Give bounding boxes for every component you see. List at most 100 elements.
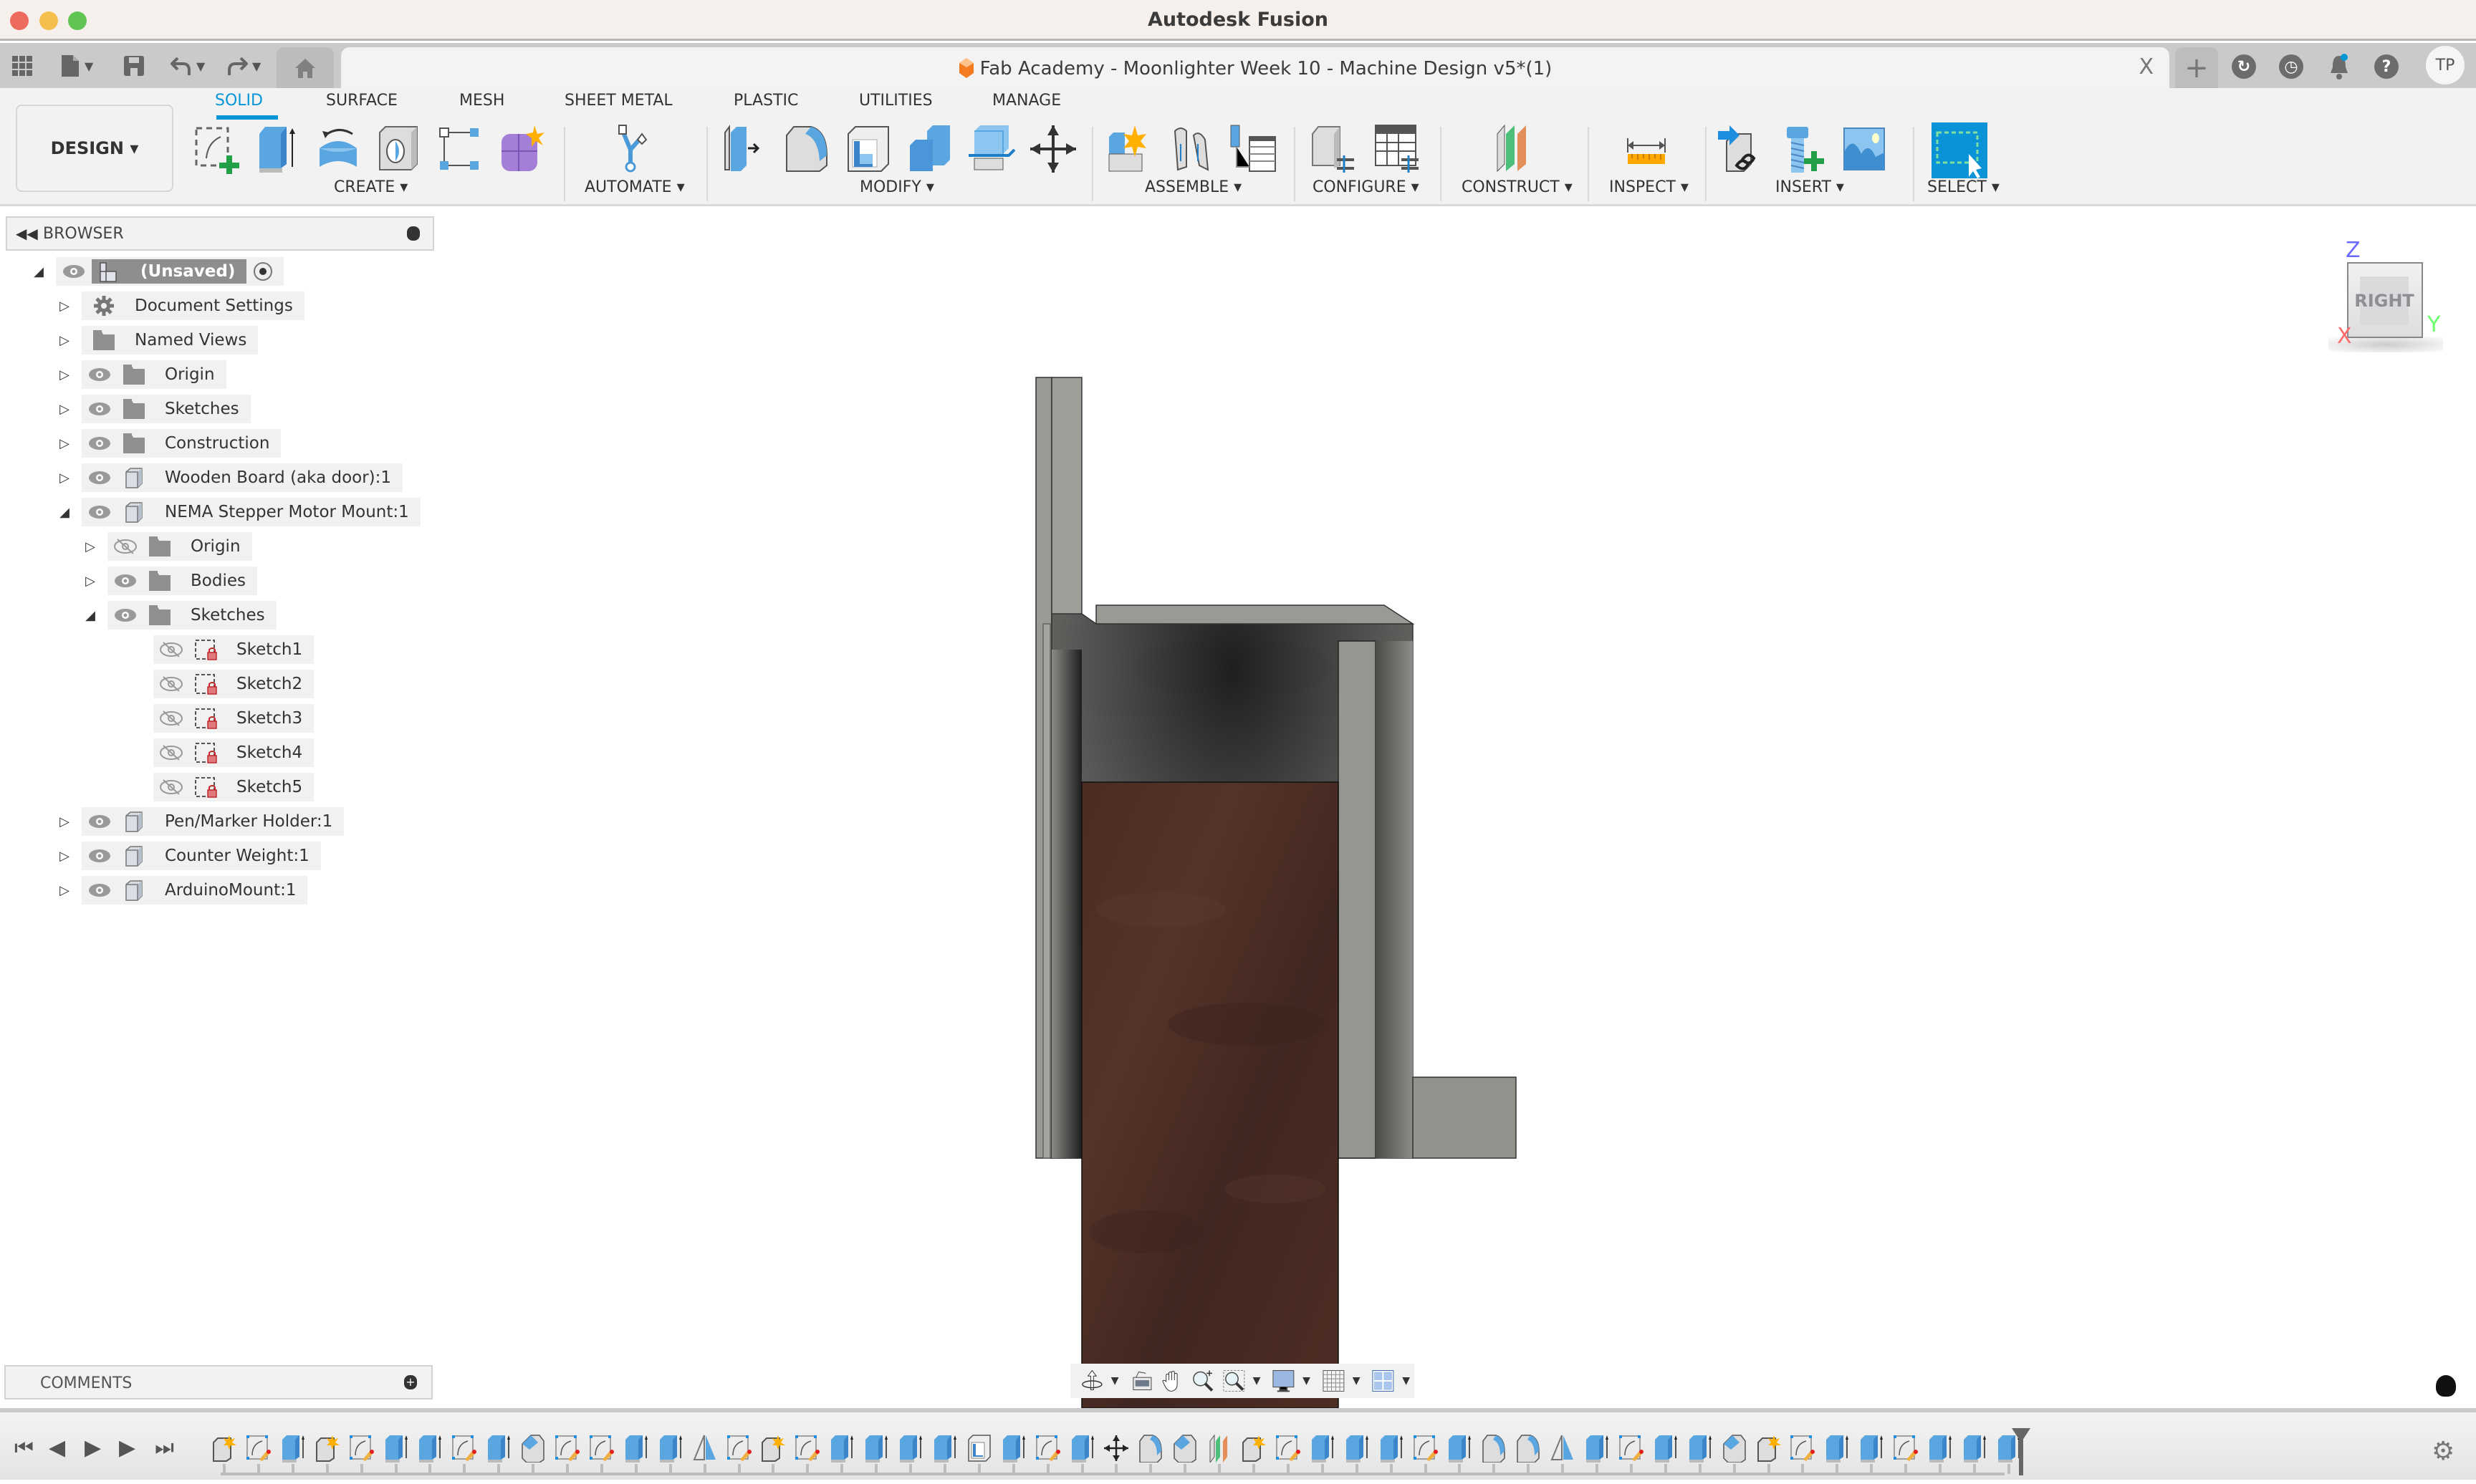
expand-arrow-icon[interactable]: ▷ bbox=[57, 299, 72, 314]
timeline-feature-sketch-icon[interactable] bbox=[1789, 1434, 1816, 1463]
browser-tree-item[interactable]: Sketch3 bbox=[129, 704, 315, 733]
timeline-feature-move-icon[interactable] bbox=[1103, 1434, 1130, 1463]
timeline-feature-extrude-icon[interactable] bbox=[416, 1434, 443, 1463]
timeline-feature-component-icon[interactable] bbox=[1240, 1434, 1267, 1463]
timeline-feature-sketch-icon[interactable] bbox=[348, 1434, 375, 1463]
expand-arrow-icon[interactable]: ▷ bbox=[57, 849, 72, 864]
comments-panel[interactable]: COMMENTS + bbox=[4, 1365, 433, 1399]
timeline-feature-sketch-icon[interactable] bbox=[588, 1434, 615, 1463]
grid-snaps-icon[interactable] bbox=[1322, 1369, 1345, 1393]
extensions-icon[interactable]: ↻ bbox=[2232, 54, 2256, 79]
collapse-arrow-icon[interactable]: ◢ bbox=[57, 505, 72, 520]
timeline-feature-extrude-icon[interactable] bbox=[828, 1434, 855, 1463]
notifications-icon[interactable] bbox=[2330, 53, 2348, 83]
feedback-icon[interactable] bbox=[2436, 1375, 2456, 1397]
zoom-icon[interactable] bbox=[1191, 1369, 1215, 1393]
timeline-feature-fillet-icon[interactable] bbox=[1137, 1434, 1164, 1463]
timeline-feature-sketch-icon[interactable] bbox=[554, 1434, 581, 1463]
close-document-button[interactable]: X bbox=[2139, 54, 2154, 80]
timeline-feature-sketch-icon[interactable] bbox=[794, 1434, 821, 1463]
viewcube[interactable]: RIGHT bbox=[2347, 262, 2423, 338]
visibility-on-icon[interactable] bbox=[87, 882, 112, 899]
tree-item-body[interactable]: Named Views bbox=[82, 326, 259, 355]
browser-tree-item[interactable]: Sketch2 bbox=[129, 670, 315, 698]
timeline-feature-extrude-icon[interactable] bbox=[279, 1434, 307, 1463]
timeline-feature-sketch-icon[interactable] bbox=[245, 1434, 272, 1463]
tree-item-body[interactable]: ArduinoMount:1 bbox=[82, 876, 308, 905]
timeline-feature-sketch-icon[interactable] bbox=[1035, 1434, 1062, 1463]
expand-arrow-icon[interactable]: ▷ bbox=[57, 471, 72, 486]
orbit-icon[interactable] bbox=[1080, 1369, 1104, 1393]
timeline-feature-extrude-icon[interactable] bbox=[1069, 1434, 1096, 1463]
job-status-icon[interactable]: ◷ bbox=[2279, 54, 2303, 79]
new-tab-button[interactable]: + bbox=[2175, 47, 2218, 88]
rectangular-pattern-icon[interactable] bbox=[437, 124, 486, 174]
visibility-off-icon[interactable] bbox=[159, 710, 183, 727]
timeline-feature-mirror-icon[interactable] bbox=[1549, 1434, 1576, 1463]
browser-tree-item[interactable]: Sketch1 bbox=[129, 635, 315, 664]
tree-item-body[interactable]: Counter Weight:1 bbox=[82, 842, 321, 870]
timeline-feature-extrude-icon[interactable] bbox=[1583, 1434, 1611, 1463]
expand-arrow-icon[interactable]: ▷ bbox=[57, 883, 72, 898]
tree-item-body[interactable]: (Unsaved) bbox=[56, 257, 284, 286]
browser-tree-item[interactable]: ▷ Construction bbox=[57, 429, 282, 458]
configure-menu[interactable]: CONFIGURE ▾ bbox=[1313, 178, 1419, 196]
timeline-feature-chamfer-icon[interactable] bbox=[1721, 1434, 1748, 1463]
timeline-feature-extrude-icon[interactable] bbox=[1652, 1434, 1679, 1463]
timeline-marker[interactable] bbox=[2019, 1428, 2023, 1475]
create-form-icon[interactable] bbox=[497, 124, 546, 174]
timeline-feature-sketch-icon[interactable] bbox=[1275, 1434, 1302, 1463]
visibility-off-icon[interactable] bbox=[159, 779, 183, 796]
user-avatar[interactable]: TP bbox=[2426, 46, 2465, 85]
workspace-switcher-button[interactable]: DESIGN ▾ bbox=[16, 105, 173, 192]
browser-tree-item[interactable]: ◢ Sketches bbox=[83, 601, 277, 630]
configure-model-icon[interactable] bbox=[1308, 124, 1357, 174]
timeline-feature-fillet-icon[interactable] bbox=[1515, 1434, 1542, 1463]
timeline-feature-extrude-icon[interactable] bbox=[931, 1434, 959, 1463]
timeline-feature-extrude-icon[interactable] bbox=[1926, 1434, 1954, 1463]
fillet-icon[interactable] bbox=[782, 124, 831, 174]
browser-tree-item[interactable]: ▷ Bodies bbox=[83, 567, 257, 595]
fit-dropdown[interactable]: ▼ bbox=[1253, 1375, 1261, 1387]
mount-back-plate[interactable] bbox=[1035, 377, 1052, 1159]
visibility-on-icon[interactable] bbox=[87, 400, 112, 418]
timeline-feature-component-icon[interactable] bbox=[759, 1434, 787, 1463]
help-icon[interactable]: ? bbox=[2374, 54, 2399, 79]
timeline-feature-mirror-icon[interactable] bbox=[691, 1434, 719, 1463]
insert-derive-icon[interactable] bbox=[1717, 124, 1765, 174]
offset-plane-icon[interactable] bbox=[1490, 124, 1539, 174]
expand-arrow-icon[interactable]: ▷ bbox=[57, 333, 72, 348]
redo-button[interactable]: ▼ bbox=[226, 53, 261, 79]
timeline-feature-sketch-icon[interactable] bbox=[726, 1434, 753, 1463]
timeline-feature-extrude-icon[interactable] bbox=[1961, 1434, 1988, 1463]
combine-icon[interactable] bbox=[906, 124, 954, 174]
timeline-feature-plane-icon[interactable] bbox=[1206, 1434, 1233, 1464]
browser-tree-item[interactable]: ▷ Counter Weight:1 bbox=[57, 842, 321, 870]
visibility-on-icon[interactable] bbox=[62, 263, 86, 280]
construct-menu[interactable]: CONSTRUCT ▾ bbox=[1462, 178, 1573, 196]
browser-tree-item[interactable]: ▷ Origin bbox=[83, 532, 252, 561]
timeline-feature-extrude-icon[interactable] bbox=[897, 1434, 924, 1463]
browser-pin-icon[interactable] bbox=[407, 226, 420, 241]
grid-snaps-dropdown[interactable]: ▼ bbox=[1353, 1375, 1361, 1387]
orbit-dropdown[interactable]: ▼ bbox=[1111, 1375, 1119, 1387]
activate-radio-button[interactable] bbox=[254, 262, 273, 281]
add-comment-icon[interactable]: + bbox=[404, 1375, 417, 1389]
timeline-feature-extrude-icon[interactable] bbox=[1823, 1434, 1851, 1463]
tab-solid[interactable]: SOLID bbox=[215, 92, 263, 110]
revolve-icon[interactable] bbox=[314, 124, 363, 174]
tree-item-body[interactable]: Sketch3 bbox=[153, 704, 315, 733]
collapse-arrow-icon[interactable]: ◢ bbox=[32, 264, 46, 279]
browser-tree-item[interactable]: ◢ NEMA Stepper Motor Mount:1 bbox=[57, 498, 421, 526]
viewcube-face-right[interactable]: RIGHT bbox=[2354, 276, 2414, 325]
collapse-arrow-icon[interactable]: ◢ bbox=[83, 608, 97, 623]
expand-arrow-icon[interactable]: ▷ bbox=[83, 539, 97, 554]
press-pull-icon[interactable] bbox=[721, 124, 769, 174]
undo-button[interactable]: ▼ bbox=[171, 53, 205, 79]
visibility-on-icon[interactable] bbox=[87, 813, 112, 830]
modify-menu[interactable]: MODIFY ▾ bbox=[860, 178, 934, 196]
visibility-on-icon[interactable] bbox=[87, 435, 112, 452]
timeline-feature-extrude-icon[interactable] bbox=[1000, 1434, 1027, 1463]
tree-item-body[interactable]: Pen/Marker Holder:1 bbox=[82, 807, 345, 836]
tab-surface[interactable]: SURFACE bbox=[326, 92, 398, 110]
